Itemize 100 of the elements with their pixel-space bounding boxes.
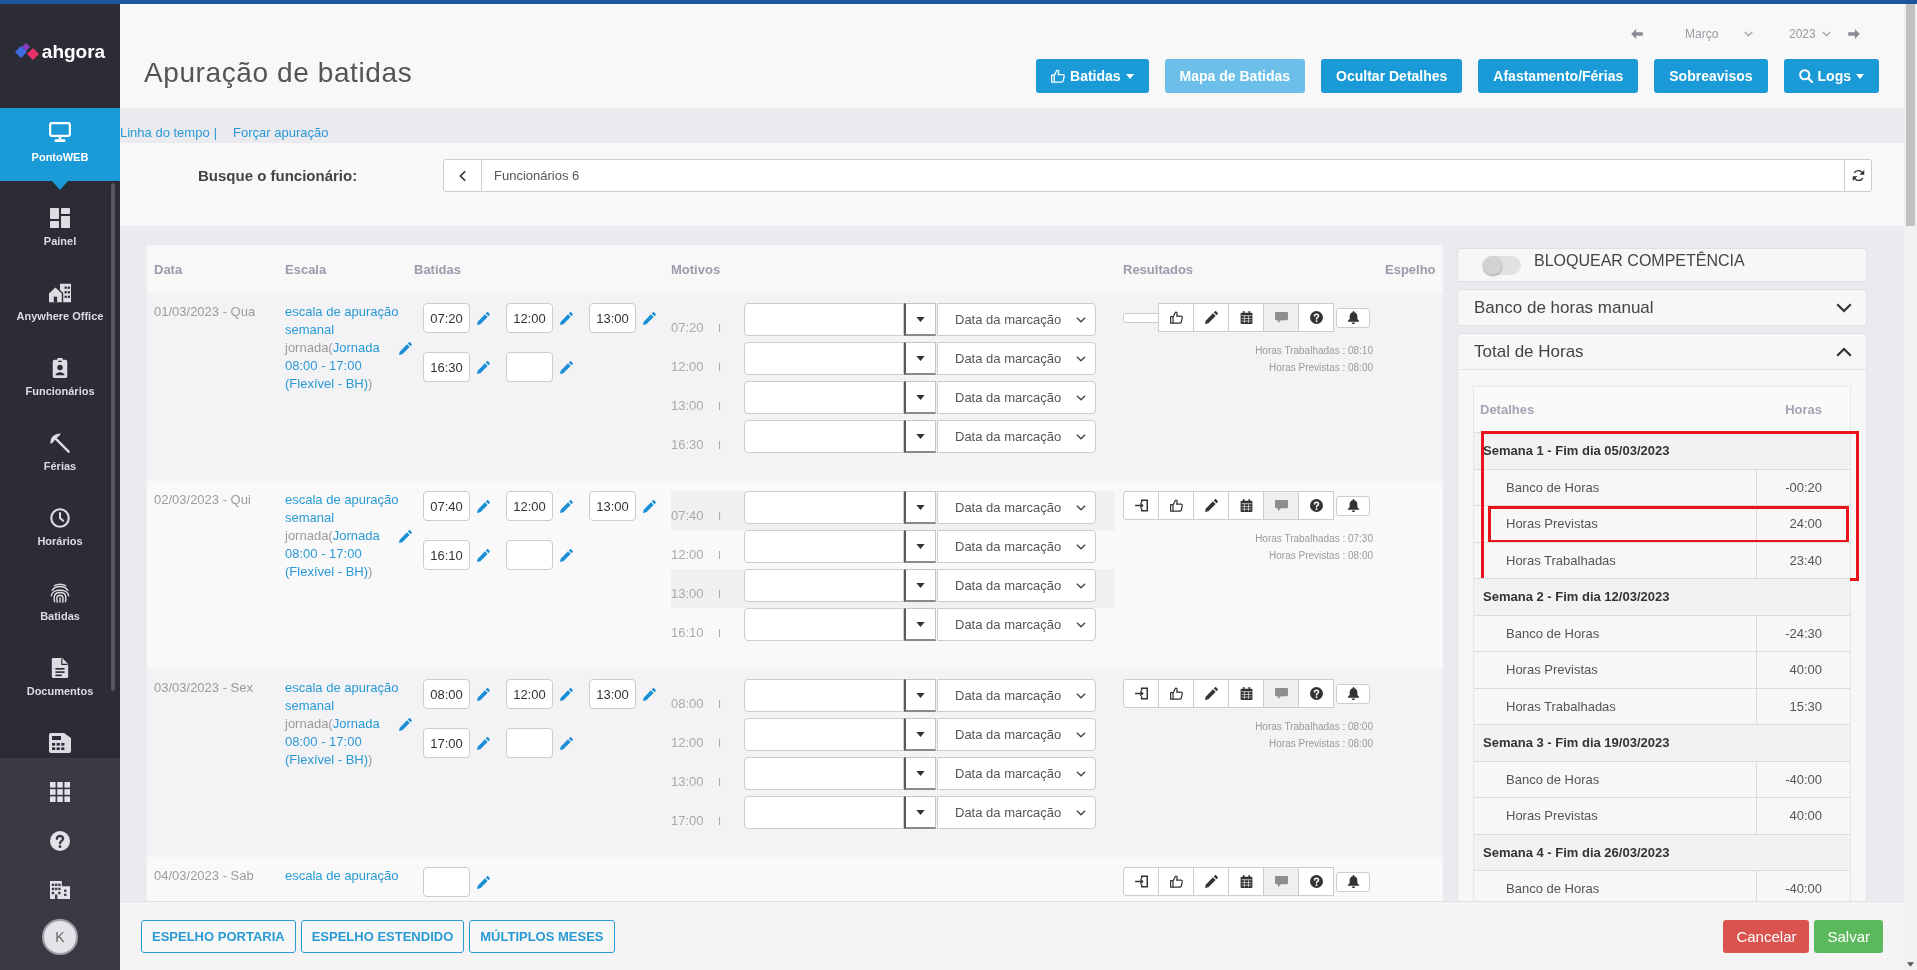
pencil-icon[interactable] — [643, 311, 656, 325]
calendar-button[interactable] — [1228, 679, 1264, 708]
reason-field[interactable] — [744, 679, 904, 712]
calendar-button[interactable] — [1228, 303, 1264, 332]
pencil-icon[interactable] — [399, 530, 412, 543]
dropdown-button[interactable] — [904, 303, 936, 336]
dropdown-button[interactable] — [904, 796, 936, 829]
pencil-icon[interactable] — [560, 311, 573, 325]
pencil-icon[interactable] — [477, 687, 490, 701]
alert-button[interactable] — [1336, 683, 1370, 704]
date-type-select[interactable]: Data da marcação — [937, 381, 1096, 414]
date-type-select[interactable]: Data da marcação — [937, 757, 1096, 790]
help-button[interactable] — [1298, 679, 1334, 708]
time-field[interactable]: 08:00 — [423, 679, 470, 709]
time-field[interactable] — [506, 540, 553, 570]
refresh-button[interactable] — [1844, 159, 1872, 192]
approve-button[interactable] — [1158, 679, 1194, 708]
exit-button[interactable] — [1123, 679, 1159, 708]
nav-item[interactable]: Férias — [0, 421, 120, 496]
arrow-right-icon[interactable] — [1848, 29, 1860, 39]
approve-button[interactable] — [1158, 491, 1194, 520]
date-type-select[interactable]: Data da marcação — [937, 679, 1096, 712]
exit-button[interactable] — [1123, 867, 1159, 896]
pencil-icon[interactable] — [477, 499, 490, 513]
dropdown-button[interactable] — [904, 757, 936, 790]
date-type-select[interactable]: Data da marcação — [937, 530, 1096, 563]
pencil-icon[interactable] — [399, 342, 412, 355]
edit-button[interactable] — [1193, 867, 1229, 896]
pencil-icon[interactable] — [477, 311, 490, 325]
time-field[interactable]: 07:40 — [423, 491, 470, 521]
time-field[interactable]: 17:00 — [423, 728, 470, 758]
calendar-button[interactable] — [1228, 491, 1264, 520]
dropdown-button[interactable] — [904, 679, 936, 712]
date-type-select[interactable]: Data da marcação — [937, 303, 1096, 336]
date-type-select[interactable]: Data da marcação — [937, 420, 1096, 453]
time-field[interactable]: 16:10 — [423, 540, 470, 570]
nav-item[interactable]: Horários — [0, 496, 120, 571]
time-field[interactable]: 13:00 — [589, 303, 636, 333]
date-type-select[interactable]: Data da marcação — [937, 796, 1096, 829]
scrollbar-thumb[interactable] — [1906, 4, 1915, 226]
nav-item[interactable]: Batidas — [0, 571, 120, 646]
pencil-icon[interactable] — [560, 499, 573, 513]
dropdown-button[interactable] — [904, 530, 936, 563]
reason-field[interactable] — [744, 342, 904, 375]
reason-field[interactable] — [744, 303, 904, 336]
pencil-icon[interactable] — [560, 687, 573, 701]
reason-field[interactable] — [744, 796, 904, 829]
accordion-header[interactable]: Total de Horas — [1458, 334, 1866, 369]
edit-button[interactable] — [1193, 303, 1229, 332]
date-type-select[interactable]: Data da marcação — [937, 718, 1096, 751]
alert-button[interactable] — [1336, 307, 1370, 328]
pencil-icon[interactable] — [477, 736, 490, 750]
alert-button[interactable] — [1336, 871, 1370, 892]
pencil-icon[interactable] — [560, 360, 573, 374]
pencil-icon[interactable] — [643, 687, 656, 701]
time-field[interactable]: 13:00 — [589, 679, 636, 709]
accordion-header[interactable]: Banco de horas manual — [1458, 290, 1866, 325]
user-avatar[interactable]: K — [42, 919, 78, 955]
time-field[interactable]: 07:20 — [423, 303, 470, 333]
dropdown-button[interactable] — [904, 420, 936, 453]
dropdown-button[interactable] — [904, 491, 936, 524]
reason-field[interactable] — [744, 757, 904, 790]
pencil-icon[interactable] — [477, 875, 490, 889]
reason-field[interactable] — [744, 530, 904, 563]
alert-button[interactable] — [1336, 495, 1370, 516]
help-button[interactable] — [1298, 303, 1334, 332]
reason-field[interactable] — [744, 381, 904, 414]
date-type-select[interactable]: Data da marcação — [937, 608, 1096, 641]
pencil-icon[interactable] — [643, 499, 656, 513]
help-icon[interactable] — [50, 831, 70, 851]
reason-field[interactable] — [744, 569, 904, 602]
dropdown-button[interactable] — [904, 381, 936, 414]
building-icon[interactable] — [50, 880, 70, 900]
pencil-icon[interactable] — [560, 548, 573, 562]
time-field[interactable]: 12:00 — [506, 491, 553, 521]
dropdown-button[interactable] — [904, 608, 936, 641]
time-field[interactable]: 12:00 — [506, 679, 553, 709]
date-type-select[interactable]: Data da marcação — [937, 569, 1096, 602]
time-field[interactable]: 16:30 — [423, 352, 470, 382]
edit-button[interactable] — [1193, 679, 1229, 708]
nav-item[interactable]: Painel — [0, 196, 120, 271]
cancel-button[interactable]: Cancelar — [1723, 919, 1810, 953]
toggle-switch[interactable] — [1483, 256, 1521, 275]
apps-grid-icon[interactable] — [50, 782, 70, 802]
help-button[interactable] — [1298, 867, 1334, 896]
calendar-button[interactable] — [1228, 867, 1264, 896]
approve-button[interactable] — [1158, 303, 1194, 332]
employee-field[interactable]: Funcionários 6 — [482, 159, 1844, 192]
dropdown-button[interactable] — [904, 569, 936, 602]
pencil-icon[interactable] — [477, 360, 490, 374]
time-field[interactable]: 13:00 — [589, 491, 636, 521]
pencil-icon[interactable] — [399, 718, 412, 731]
reason-field[interactable] — [744, 420, 904, 453]
reason-field[interactable] — [744, 718, 904, 751]
edit-button[interactable] — [1193, 491, 1229, 520]
exit-button[interactable] — [1123, 491, 1159, 520]
pencil-icon[interactable] — [477, 548, 490, 562]
approve-button[interactable] — [1158, 867, 1194, 896]
reason-field[interactable] — [744, 608, 904, 641]
dropdown-button[interactable] — [904, 342, 936, 375]
